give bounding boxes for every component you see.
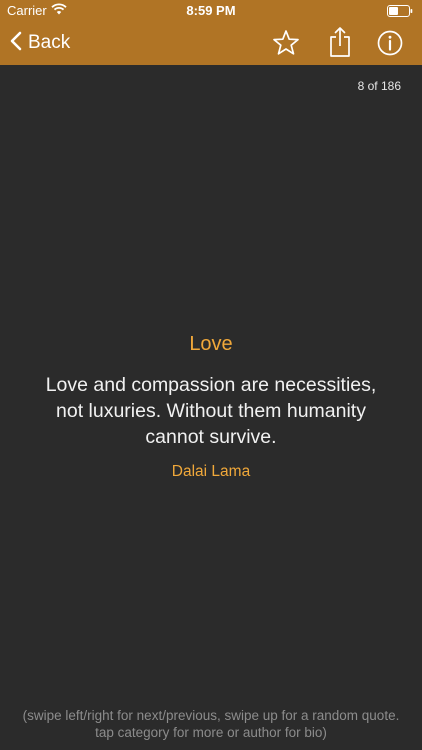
battery-icon [387, 5, 413, 20]
quote-screen: Carrier 8:59 PM Back 8 of 186 Love Love … [0, 0, 422, 750]
quote-text: Love and compassion are necessities, not… [45, 374, 377, 448]
quote-counter: 8 of 186 [357, 79, 401, 93]
star-icon[interactable] [271, 28, 301, 58]
chevron-left-icon [10, 31, 22, 56]
navigation-bar: Back [0, 22, 422, 65]
back-label: Back [28, 32, 71, 53]
usage-hint: (swipe left/right for next/previous, swi… [22, 708, 400, 740]
status-time: 8:59 PM [186, 3, 236, 18]
top-bar: Carrier 8:59 PM Back [0, 0, 422, 65]
status-bar: Carrier 8:59 PM [0, 0, 422, 22]
back-button[interactable]: Back [10, 29, 70, 57]
quote-author-link[interactable]: Dalai Lama [0, 463, 422, 481]
info-icon[interactable] [375, 28, 405, 58]
quote-category-link[interactable]: Love [0, 333, 422, 356]
share-icon[interactable] [325, 26, 355, 57]
